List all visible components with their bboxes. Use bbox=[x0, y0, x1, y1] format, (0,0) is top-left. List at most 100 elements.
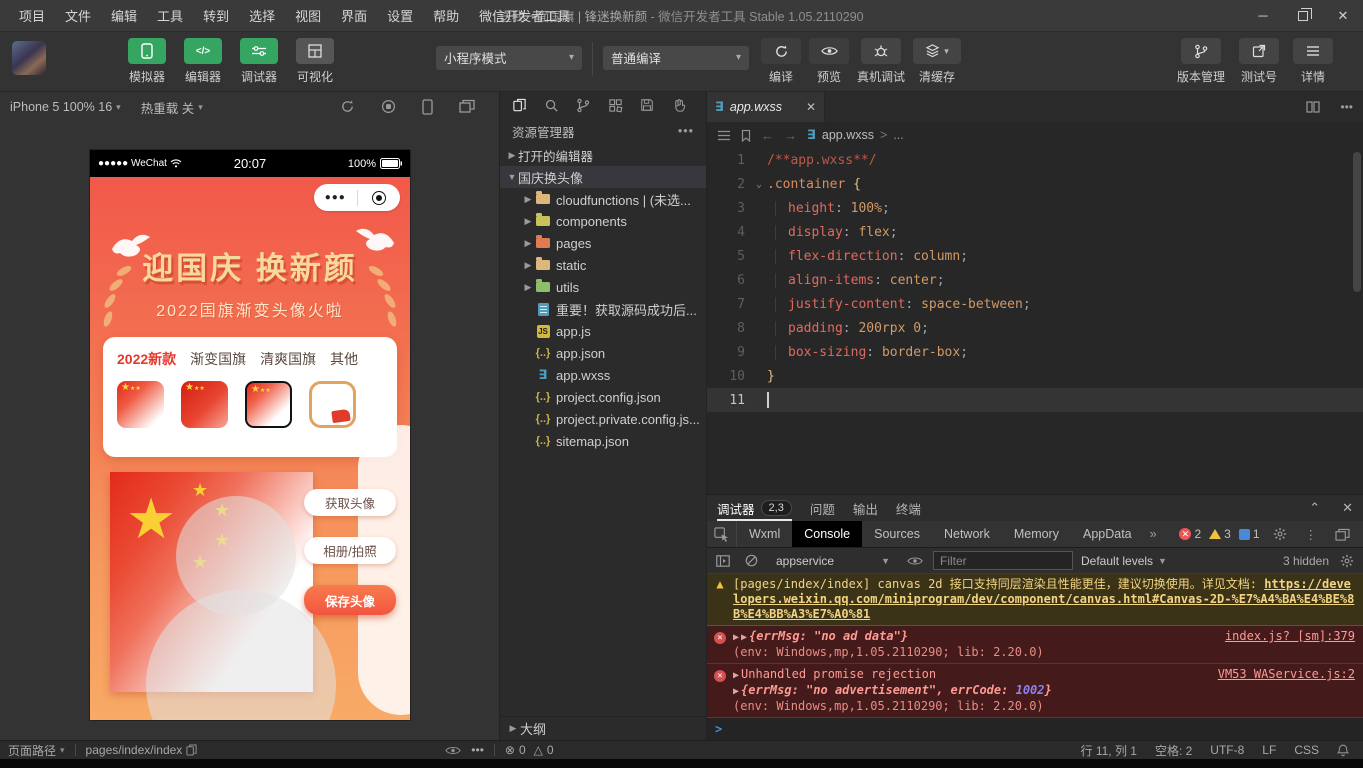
tree-folder-components[interactable]: ▶components bbox=[500, 210, 706, 232]
editor-more-icon[interactable]: ••• bbox=[1330, 92, 1363, 122]
split-editor-icon[interactable] bbox=[1296, 92, 1330, 122]
error-source-link[interactable]: index.js? [sm]:379 bbox=[1225, 629, 1355, 660]
tab-problems[interactable]: 问题 bbox=[810, 495, 835, 521]
eol-setting[interactable]: LF bbox=[1262, 743, 1276, 757]
avatar-preview[interactable]: ★ ★ ★ ★ ★ bbox=[110, 472, 313, 692]
tab-console[interactable]: Console bbox=[792, 521, 862, 547]
warning-count-badge[interactable]: 3 bbox=[1209, 527, 1231, 541]
menu-settings[interactable]: 设置 bbox=[378, 2, 422, 29]
devtools-settings-icon[interactable] bbox=[1268, 527, 1292, 541]
error-count-badge[interactable]: ✕2 bbox=[1179, 527, 1201, 541]
capsule-menu[interactable]: ●●● bbox=[314, 184, 400, 211]
multi-window-icon[interactable] bbox=[459, 99, 475, 115]
expand-icon[interactable]: ▶ bbox=[733, 670, 739, 681]
fold-icon[interactable]: ⌄ bbox=[751, 179, 767, 190]
restore-button[interactable] bbox=[1283, 0, 1323, 32]
files-icon[interactable] bbox=[506, 94, 532, 116]
more-actions-icon[interactable]: ••• bbox=[678, 124, 694, 138]
collapse-panel-icon[interactable]: ⌃ bbox=[1309, 500, 1320, 516]
tab-debugger[interactable]: 调试器2,3 bbox=[717, 495, 792, 521]
tab-output[interactable]: 输出 bbox=[853, 495, 878, 521]
tree-open-editors[interactable]: ▶打开的编辑器 bbox=[500, 144, 706, 166]
close-panel-icon[interactable]: ✕ bbox=[1342, 500, 1353, 516]
bookmark-icon[interactable] bbox=[741, 129, 751, 142]
simulator-toggle-button[interactable]: 模拟器 bbox=[124, 38, 170, 85]
save-avatar-button[interactable]: 保存头像 bbox=[304, 585, 396, 615]
page-path-select[interactable]: 页面路径▾ bbox=[8, 742, 65, 759]
back-arrow-icon[interactable]: ← bbox=[761, 128, 774, 143]
log-levels-select[interactable]: Default levels▼ bbox=[1081, 554, 1167, 568]
tree-file-sitemap[interactable]: {..}sitemap.json bbox=[500, 430, 706, 452]
console-eye-icon[interactable] bbox=[905, 555, 925, 567]
expand-icon[interactable]: ▶ bbox=[741, 632, 747, 643]
preview-button[interactable]: 预览 bbox=[809, 38, 849, 85]
indentation-setting[interactable]: 空格: 2 bbox=[1155, 742, 1192, 759]
version-control-button[interactable]: 版本管理 bbox=[1177, 38, 1225, 85]
cursor-position[interactable]: 行 11, 列 1 bbox=[1080, 742, 1136, 759]
language-mode[interactable]: CSS bbox=[1294, 743, 1319, 757]
problems-indicator[interactable]: ⊗0△0 bbox=[505, 743, 554, 757]
hand-icon[interactable] bbox=[666, 94, 692, 116]
flag-style-thumb-4[interactable] bbox=[309, 381, 356, 428]
tab-other[interactable]: 其他 bbox=[330, 349, 358, 369]
phone-simulator[interactable]: ●●●●● WeChat 20:07 100% ●●● bbox=[90, 150, 410, 720]
code-area[interactable]: 1/**app.wxss**/ 2⌄.container { 3height: … bbox=[707, 148, 1363, 494]
forward-arrow-icon[interactable]: → bbox=[784, 128, 797, 143]
tab-sources[interactable]: Sources bbox=[862, 521, 932, 547]
inspect-element-icon[interactable] bbox=[707, 521, 737, 547]
phone-frame-icon[interactable] bbox=[422, 99, 433, 115]
tab-memory[interactable]: Memory bbox=[1002, 521, 1071, 547]
test-account-button[interactable]: 测试号 bbox=[1239, 38, 1279, 85]
encoding-setting[interactable]: UTF-8 bbox=[1210, 743, 1244, 757]
flag-style-thumb-3-selected[interactable]: ★★★ bbox=[245, 381, 292, 428]
compile-button[interactable]: 编译 bbox=[761, 38, 801, 85]
info-count-badge[interactable]: 1 bbox=[1239, 527, 1260, 541]
menu-select[interactable]: 选择 bbox=[240, 2, 284, 29]
copy-icon[interactable] bbox=[186, 744, 197, 756]
tab-gradient-flag[interactable]: 渐变国旗 bbox=[190, 349, 246, 369]
path-more-icon[interactable]: ••• bbox=[471, 743, 484, 757]
tree-file-readme[interactable]: 重要！获取源码成功后... bbox=[500, 298, 706, 320]
menu-wechat-devtools[interactable]: 微信开发者工具 bbox=[470, 2, 579, 29]
git-branch-icon[interactable] bbox=[570, 94, 596, 116]
editor-scrollbar[interactable] bbox=[1353, 152, 1361, 292]
outline-section[interactable]: ▶大纲 bbox=[500, 716, 706, 740]
path-eye-icon[interactable] bbox=[445, 745, 461, 756]
expand-icon[interactable]: ▶ bbox=[733, 686, 739, 697]
flag-style-thumb-1[interactable]: ★★★ bbox=[117, 381, 164, 428]
menu-help[interactable]: 帮助 bbox=[424, 2, 468, 29]
debugger-toggle-button[interactable]: 调试器 bbox=[236, 38, 282, 85]
tab-app-wxss[interactable]: ∃ app.wxss ✕ bbox=[707, 92, 825, 122]
mode-select[interactable]: 小程序模式▾ bbox=[436, 46, 582, 70]
tab-appdata[interactable]: AppData bbox=[1071, 521, 1144, 547]
rotate-icon[interactable] bbox=[340, 99, 355, 115]
menu-goto[interactable]: 转到 bbox=[194, 2, 238, 29]
tab-network[interactable]: Network bbox=[932, 521, 1002, 547]
flag-style-thumb-2[interactable]: ★★★ bbox=[181, 381, 228, 428]
menu-file[interactable]: 文件 bbox=[56, 2, 100, 29]
tree-folder-pages[interactable]: ▶pages bbox=[500, 232, 706, 254]
compile-mode-select[interactable]: 普通编译▾ bbox=[603, 46, 749, 70]
search-icon[interactable] bbox=[538, 94, 564, 116]
tree-file-appjson[interactable]: {..}app.json bbox=[500, 342, 706, 364]
console-settings-icon[interactable] bbox=[1337, 554, 1357, 568]
user-avatar[interactable] bbox=[12, 41, 46, 75]
tree-folder-static[interactable]: ▶static bbox=[500, 254, 706, 276]
close-target-icon[interactable] bbox=[358, 191, 401, 205]
editor-toggle-button[interactable]: </> 编辑器 bbox=[180, 38, 226, 85]
device-debug-button[interactable]: 真机调试 bbox=[857, 38, 905, 85]
console-filter-input[interactable] bbox=[933, 551, 1073, 570]
devtools-menu-icon[interactable]: ⋮ bbox=[1300, 527, 1323, 542]
save-icon[interactable] bbox=[634, 94, 660, 116]
current-page-path[interactable]: pages/index/index bbox=[86, 743, 198, 757]
tree-file-appwxss[interactable]: ∃app.wxss bbox=[500, 364, 706, 386]
visualizer-toggle-button[interactable]: 可视化 bbox=[292, 38, 338, 85]
tree-file-appjs[interactable]: JSapp.js bbox=[500, 320, 706, 342]
get-avatar-button[interactable]: 获取头像 bbox=[304, 489, 396, 516]
menu-edit[interactable]: 编辑 bbox=[102, 2, 146, 29]
tab-wxml[interactable]: Wxml bbox=[737, 521, 792, 547]
album-camera-button[interactable]: 相册/拍照 bbox=[304, 537, 396, 564]
console-sidebar-icon[interactable] bbox=[713, 555, 733, 567]
console-context-select[interactable]: appservice▼ bbox=[769, 551, 897, 571]
tree-project-root[interactable]: ▼国庆换头像 bbox=[500, 166, 706, 188]
